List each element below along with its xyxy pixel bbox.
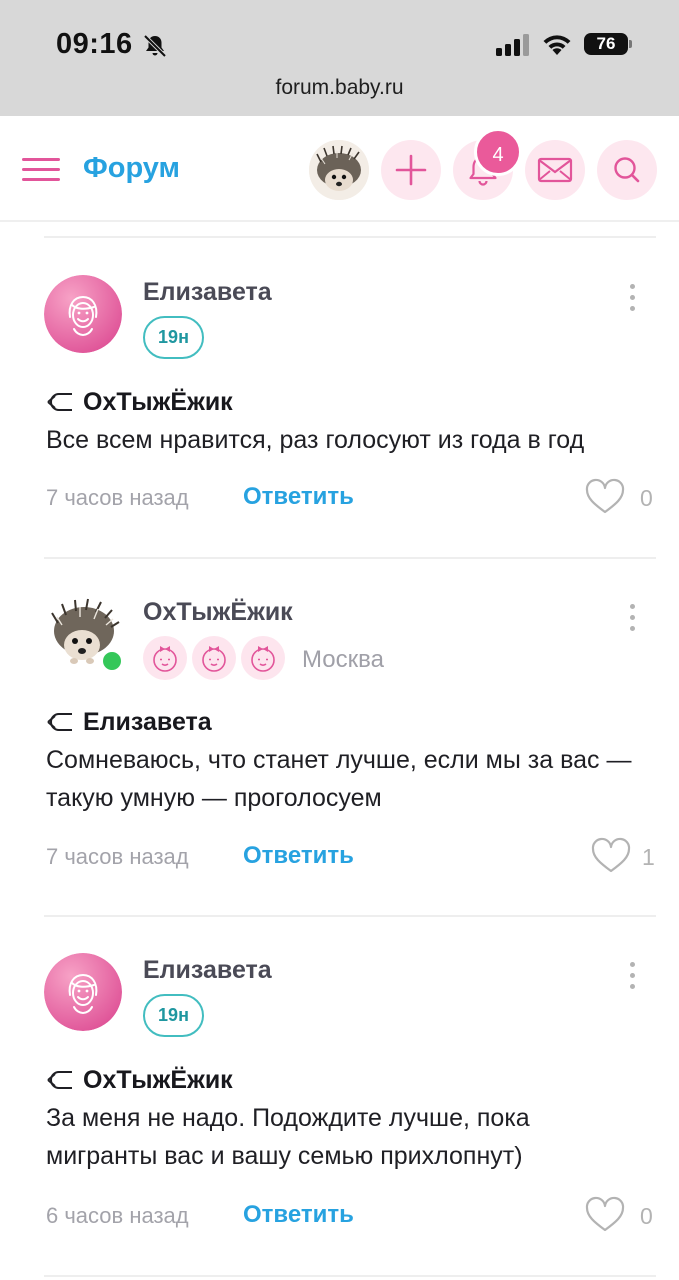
comment-item: Елизавета 19н ОхТыжЁжик За меня не надо.… (0, 918, 679, 1276)
reply-arrow-icon (47, 713, 72, 731)
reply-arrow-icon (47, 1071, 72, 1089)
baby-girl-icon (241, 636, 285, 680)
reply-arrow-icon (47, 393, 72, 411)
reply-to: ОхТыжЁжик (46, 1066, 346, 1096)
divider (44, 915, 656, 917)
search-button[interactable] (597, 140, 657, 200)
wifi-icon (543, 35, 571, 55)
status-time: 09:16 (56, 28, 133, 60)
divider (44, 1275, 656, 1277)
comment-time: 6 часов назад (46, 1203, 189, 1228)
children-icons (143, 636, 293, 680)
comment-item: ОхТыжЁжик Москва Елизавета Сомневаюсь, ч… (0, 560, 679, 916)
reply-to-name[interactable]: Елизавета (83, 708, 212, 737)
author-city: Москва (302, 646, 384, 673)
messages-button[interactable] (525, 140, 585, 200)
page-title[interactable]: Форум (83, 152, 180, 185)
author-avatar[interactable] (44, 595, 124, 673)
notifications-badge[interactable]: 4 (474, 128, 522, 176)
baby-girl-icon (192, 636, 236, 680)
browser-chrome: 09:16 76 forum.baby.ru (0, 0, 679, 116)
reply-to: ОхТыжЁжик (46, 388, 346, 418)
reply-button[interactable]: Ответить (243, 483, 354, 511)
pregnancy-week-badge: 19н (143, 316, 204, 359)
like-count: 0 (640, 485, 653, 511)
heart-icon[interactable] (584, 478, 626, 516)
user-avatar[interactable] (309, 140, 369, 200)
more-options-icon[interactable] (620, 282, 646, 322)
heart-icon[interactable] (590, 837, 632, 875)
comment-text: За меня не надо. Подождите лучше, пока м… (46, 1104, 530, 1170)
comment-text: Сомневаюсь, что станет лучше, если мы за… (46, 746, 632, 812)
like-count: 1 (642, 844, 655, 870)
address-bar-url[interactable]: forum.baby.ru (0, 76, 679, 100)
author-name[interactable]: ОхТыжЁжик (143, 598, 293, 627)
like-count: 0 (640, 1203, 653, 1229)
heart-icon[interactable] (584, 1196, 626, 1234)
comment-text: Все всем нравится, раз голосуют из года … (46, 426, 585, 454)
bell-off-icon (143, 34, 167, 58)
hedgehog-avatar-icon (309, 140, 369, 200)
reply-button[interactable]: Ответить (243, 1201, 354, 1229)
app-header: Форум 4 (0, 116, 679, 222)
more-options-icon[interactable] (620, 960, 646, 1000)
comment-item: Елизавета 19н ОхТыжЁжик Все всем нравитс… (0, 240, 679, 558)
more-options-icon[interactable] (620, 602, 646, 642)
author-avatar[interactable] (44, 953, 122, 1031)
girl-avatar-icon (44, 275, 122, 353)
reply-to-name[interactable]: ОхТыжЁжик (83, 388, 233, 417)
plus-icon (395, 154, 427, 186)
menu-icon[interactable] (22, 158, 60, 182)
pregnancy-week-badge: 19н (143, 994, 204, 1037)
reply-to-name[interactable]: ОхТыжЁжик (83, 1066, 233, 1095)
battery-level: 76 (584, 33, 628, 55)
comment-time: 7 часов назад (46, 485, 189, 510)
signal-icon (496, 34, 529, 56)
author-name[interactable]: Елизавета (143, 956, 272, 985)
divider (44, 236, 656, 238)
online-status-indicator (100, 649, 124, 673)
girl-avatar-icon (44, 953, 122, 1031)
reply-button[interactable]: Ответить (243, 842, 354, 870)
author-name[interactable]: Елизавета (143, 278, 272, 307)
author-avatar[interactable] (44, 275, 122, 353)
search-icon (614, 157, 640, 183)
comment-time: 7 часов назад (46, 844, 189, 869)
reply-to: Елизавета (46, 708, 346, 738)
divider (44, 557, 656, 559)
battery-icon: 76 (584, 33, 632, 55)
add-post-button[interactable] (381, 140, 441, 200)
envelope-icon (537, 157, 573, 183)
baby-girl-icon (143, 636, 187, 680)
